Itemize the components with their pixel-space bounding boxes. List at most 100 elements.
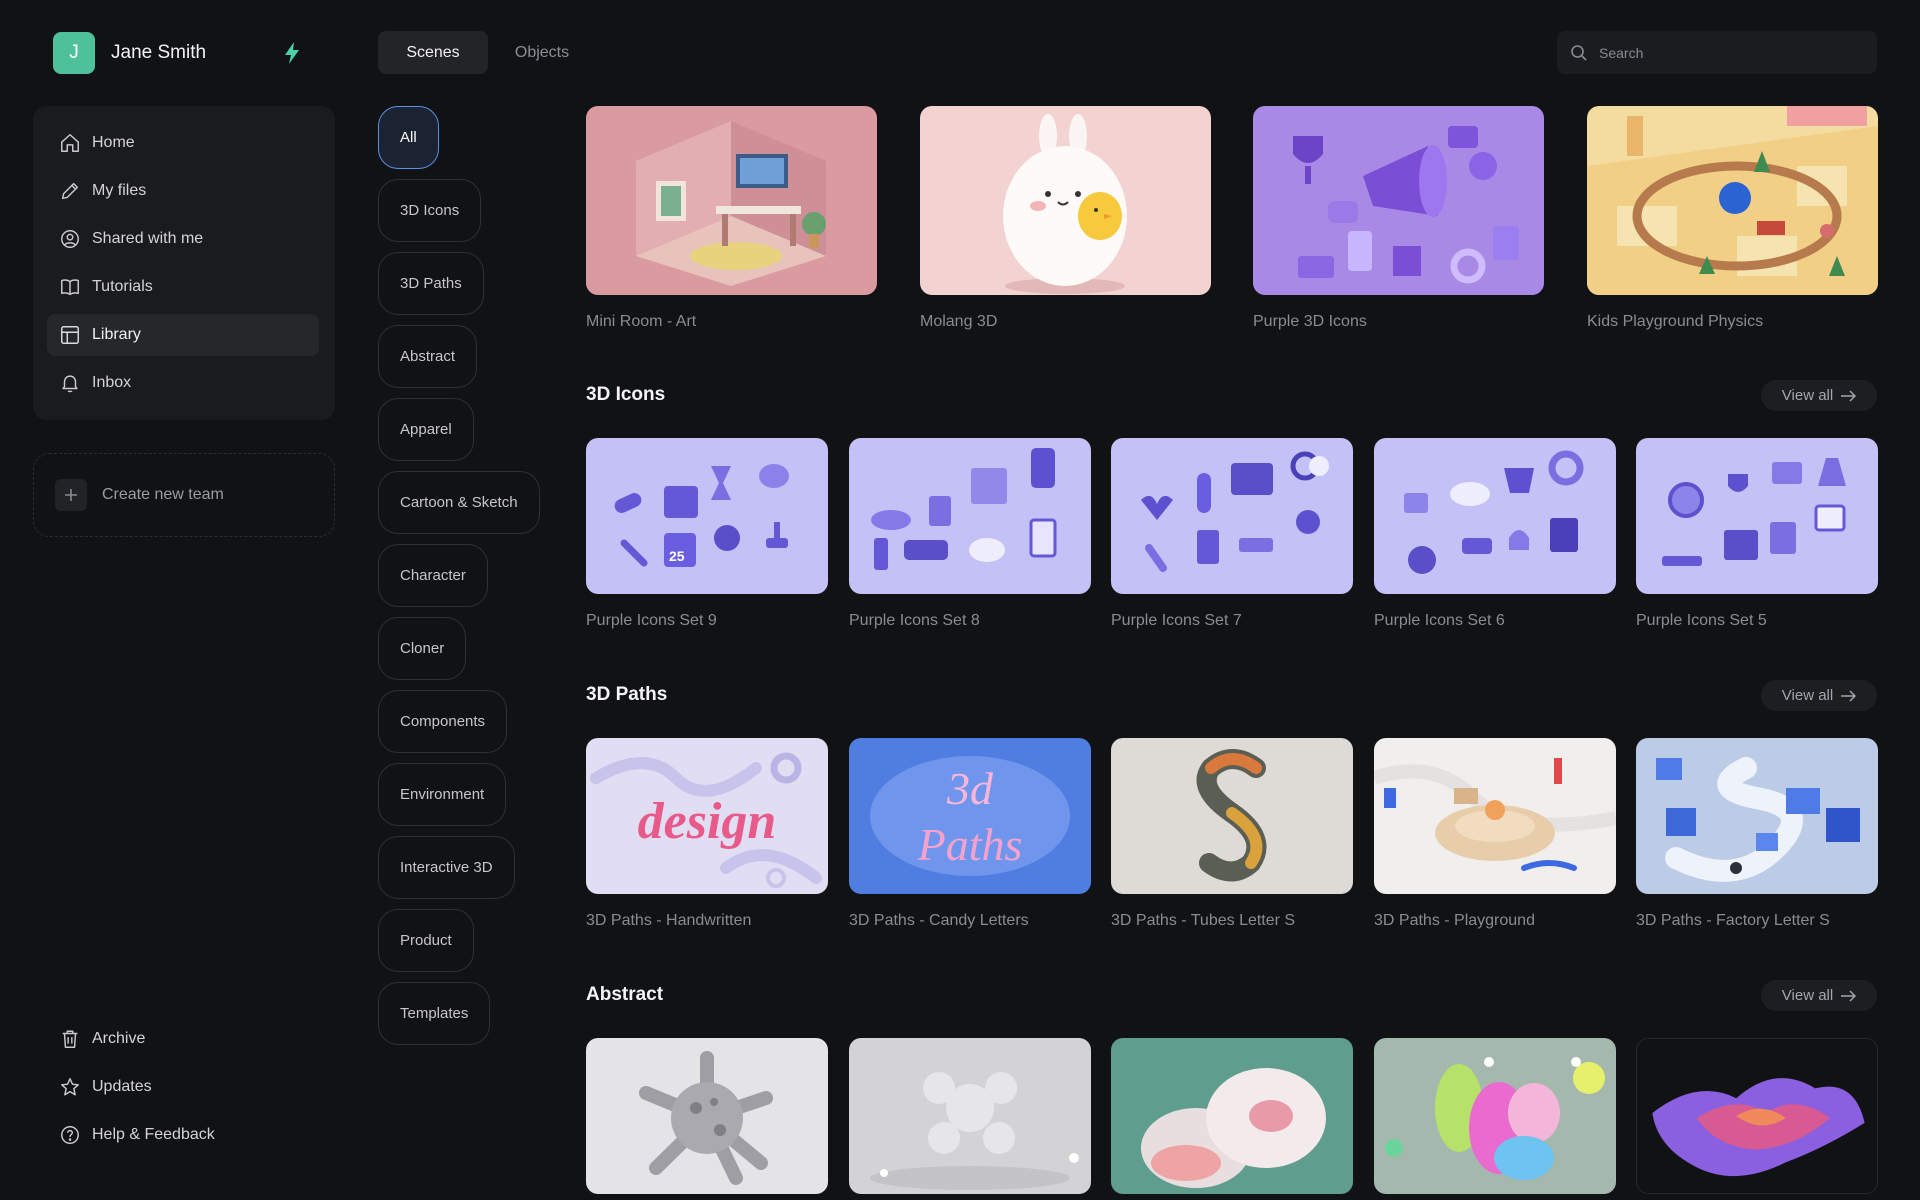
scene-thumbnail[interactable] (1636, 1038, 1878, 1194)
filter-chip-interactive-3d[interactable]: Interactive 3D (378, 836, 515, 899)
scene-card[interactable]: 3D Paths - Tubes Letter S (1111, 738, 1353, 930)
home-icon (61, 134, 79, 152)
scene-card[interactable] (1374, 1038, 1616, 1194)
trash-icon (62, 1030, 78, 1048)
filter-chip-product[interactable]: Product (378, 909, 474, 972)
filter-chip-3d-paths[interactable]: 3D Paths (378, 252, 484, 315)
nav-item-home[interactable]: Home (47, 122, 319, 164)
user-menu[interactable]: J Jane Smith (53, 32, 315, 74)
scene-thumbnail[interactable] (1374, 738, 1616, 894)
view-all-label: View all (1781, 987, 1834, 1004)
scene-thumbnail[interactable] (849, 438, 1091, 594)
create-team-label: Create new team (102, 486, 224, 503)
nav-item-library[interactable]: Library (47, 314, 319, 356)
view-all-button[interactable]: View all (1761, 980, 1877, 1011)
scene-card[interactable] (1636, 1038, 1878, 1194)
filter-chip-components[interactable]: Components (378, 690, 508, 753)
user-name: Jane Smith (111, 42, 207, 63)
candy-line-2: Paths (917, 819, 1023, 870)
nav-label: Home (92, 134, 135, 151)
nav-item-archive[interactable]: Archive (47, 1018, 319, 1060)
filter-chip-apparel[interactable]: Apparel (378, 398, 474, 461)
scene-card[interactable] (586, 1038, 828, 1194)
purple-icons-image (1253, 106, 1544, 295)
scene-thumbnail[interactable] (586, 1038, 828, 1194)
scene-thumbnail[interactable]: 25 (586, 438, 828, 594)
scene-thumbnail[interactable] (1111, 738, 1353, 894)
scene-card[interactable] (849, 1038, 1091, 1194)
scene-card[interactable]: Purple Icons Set 7 (1111, 438, 1353, 630)
scene-title: Molang 3D (920, 313, 998, 330)
soft-shapes-image (1111, 1038, 1353, 1194)
nav-label: Library (92, 326, 141, 343)
handwritten-image: design (586, 738, 828, 894)
nav-item-tutorials[interactable]: Tutorials (47, 266, 319, 308)
scene-card[interactable]: Purple 3D Icons (1253, 106, 1544, 331)
scene-card[interactable]: Molang 3D (920, 106, 1211, 331)
scene-thumbnail[interactable] (1587, 106, 1878, 295)
mini-room-image (586, 106, 877, 295)
scene-card[interactable]: 3D Paths - Factory Letter S (1636, 738, 1878, 930)
avatar[interactable]: J (53, 32, 95, 74)
scene-title: 3D Paths - Candy Letters (849, 912, 1029, 929)
filter-chip-cartoon-sketch[interactable]: Cartoon & Sketch (378, 471, 540, 534)
scene-thumbnail[interactable]: design (586, 738, 828, 894)
molang-image (920, 106, 1211, 295)
search-icon (1571, 44, 1587, 61)
blob-cross-image (849, 1038, 1091, 1194)
filter-chip-cloner[interactable]: Cloner (378, 617, 467, 680)
factory-letter-image (1636, 738, 1878, 894)
scene-thumbnail[interactable] (1253, 106, 1544, 295)
nav-item-updates[interactable]: Updates (47, 1066, 319, 1108)
arrow-right-icon (1841, 989, 1857, 1002)
nav-item-my-files[interactable]: My files (47, 170, 319, 212)
tab-objects[interactable]: Objects (498, 31, 586, 74)
nav-item-help-feedback[interactable]: Help & Feedback (47, 1114, 319, 1156)
scene-thumbnail[interactable] (586, 106, 877, 295)
help-icon (61, 1126, 79, 1144)
nav-item-inbox[interactable]: Inbox (47, 362, 319, 404)
scene-thumbnail[interactable] (920, 106, 1211, 295)
nav-label: Tutorials (92, 278, 153, 295)
tubes-letter-image (1111, 738, 1353, 894)
view-all-button[interactable]: View all (1761, 380, 1877, 411)
scene-card[interactable]: design 3D Paths - Handwritten (586, 738, 828, 930)
scene-thumbnail[interactable] (849, 1038, 1091, 1194)
view-all-button[interactable]: View all (1761, 680, 1877, 711)
filter-chip-all[interactable]: All (378, 106, 439, 169)
scene-thumbnail[interactable]: 3d Paths (849, 738, 1091, 894)
scene-title: Mini Room - Art (586, 313, 697, 330)
scene-thumbnail[interactable] (1111, 1038, 1353, 1194)
scene-thumbnail[interactable] (1111, 438, 1353, 594)
filter-chip-abstract[interactable]: Abstract (378, 325, 478, 388)
scene-card[interactable]: Purple Icons Set 6 (1374, 438, 1616, 630)
nav-label: Updates (92, 1078, 152, 1095)
tab-scenes[interactable]: Scenes (378, 31, 488, 74)
filter-chip-3d-icons[interactable]: 3D Icons (378, 179, 482, 242)
create-team-button[interactable]: Create new team (33, 453, 335, 537)
filter-chip-character[interactable]: Character (378, 544, 488, 607)
scene-card[interactable]: 3d Paths 3D Paths - Candy Letters (849, 738, 1091, 930)
scene-card[interactable]: 3D Paths - Playground (1374, 738, 1616, 930)
scene-thumbnail[interactable] (1636, 738, 1878, 894)
scene-card[interactable]: Purple Icons Set 5 (1636, 438, 1878, 630)
scene-card[interactable]: Mini Room - Art (586, 106, 877, 331)
search-box[interactable] (1557, 31, 1877, 74)
filter-chip-templates[interactable]: Templates (378, 982, 491, 1045)
candy-line-1: 3d (946, 763, 994, 814)
scene-card[interactable] (1111, 1038, 1353, 1194)
scene-thumbnail[interactable] (1374, 1038, 1616, 1194)
scene-title: Purple Icons Set 9 (586, 612, 717, 629)
scene-card[interactable]: Kids Playground Physics (1587, 106, 1878, 331)
filter-chip-environment[interactable]: Environment (378, 763, 507, 826)
nav-item-shared-with-me[interactable]: Shared with me (47, 218, 319, 260)
scene-card[interactable]: 25 Purple Icons Set 9 (586, 438, 828, 630)
scene-card[interactable]: Purple Icons Set 8 (849, 438, 1091, 630)
scene-thumbnail[interactable] (1374, 438, 1616, 594)
scene-thumbnail[interactable] (1636, 438, 1878, 594)
bolt-icon[interactable] (283, 41, 301, 65)
kids-playground-image (1587, 106, 1878, 295)
search-input[interactable] (1599, 44, 1849, 61)
section-title: 3D Paths (586, 684, 668, 705)
star-icon (61, 1078, 79, 1096)
